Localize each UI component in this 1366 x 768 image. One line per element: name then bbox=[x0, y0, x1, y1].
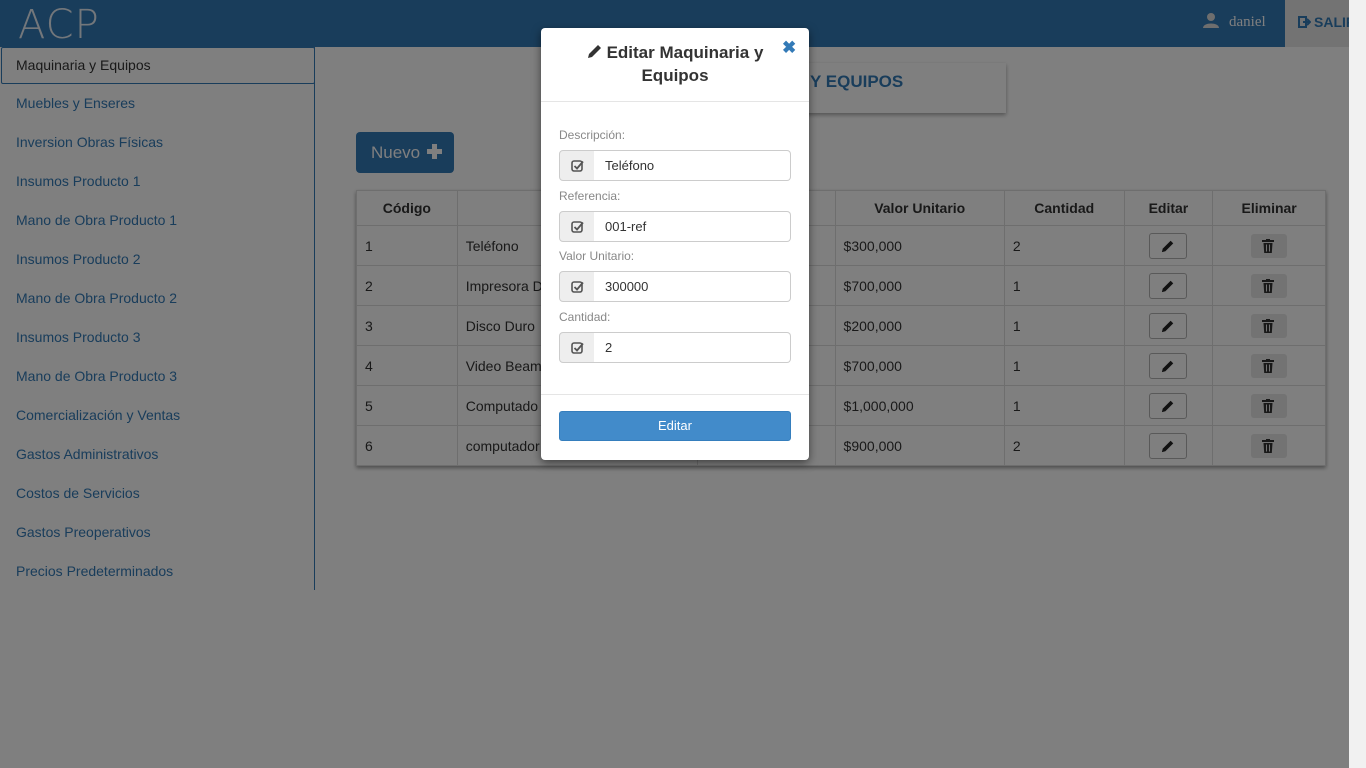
check-square-icon bbox=[559, 150, 596, 181]
check-square-icon bbox=[559, 332, 596, 363]
descripcion-input-group bbox=[559, 150, 791, 181]
modal-body: Descripción: Referencia: Valor Unitario:… bbox=[541, 102, 809, 395]
cantidad-label: Cantidad: bbox=[559, 310, 611, 324]
modal-header: Editar Maquinaria y Equipos ✖ bbox=[541, 28, 809, 102]
descripcion-label: Descripción: bbox=[559, 128, 626, 142]
referencia-label: Referencia: bbox=[559, 189, 621, 203]
valor-unitario-input-group bbox=[559, 271, 791, 302]
cantidad-input[interactable] bbox=[594, 332, 791, 363]
referencia-input-group bbox=[559, 211, 791, 242]
cantidad-input-group bbox=[559, 332, 791, 363]
descripcion-input[interactable] bbox=[594, 150, 791, 181]
valor-unitario-input[interactable] bbox=[594, 271, 791, 302]
pencil-icon bbox=[587, 45, 601, 58]
check-square-icon bbox=[559, 271, 596, 302]
page-scrollbar[interactable] bbox=[1349, 0, 1366, 768]
valor-unitario-label: Valor Unitario: bbox=[559, 249, 635, 263]
close-icon[interactable]: ✖ bbox=[782, 38, 796, 58]
modal-title-text: Editar Maquinaria y Equipos bbox=[606, 43, 764, 85]
editar-submit-button[interactable]: Editar bbox=[559, 411, 791, 441]
check-square-icon bbox=[559, 211, 596, 242]
referencia-input[interactable] bbox=[594, 211, 791, 242]
modal-title: Editar Maquinaria y Equipos bbox=[561, 41, 789, 87]
edit-modal: Editar Maquinaria y Equipos ✖ Descripció… bbox=[541, 28, 809, 460]
